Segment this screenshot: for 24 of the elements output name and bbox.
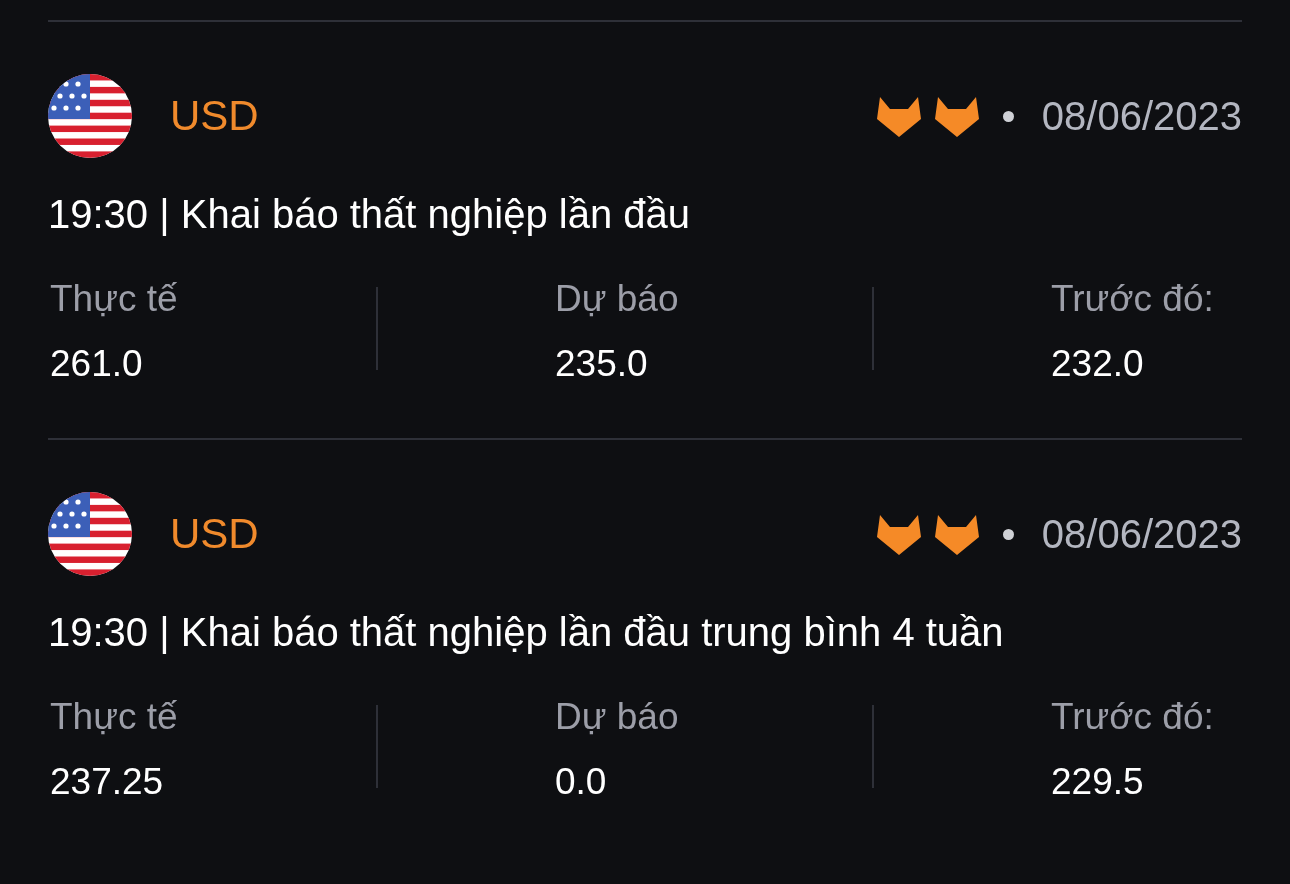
event-title: 19:30 | Khai báo thất nghiệp lần đầu — [48, 191, 692, 238]
separator-dot — [1002, 110, 1014, 122]
stat-value: 229.5 — [1051, 760, 1145, 804]
bull-head-icon — [876, 95, 921, 137]
stat-label: Trước đó: — [1051, 277, 1215, 321]
currency-code: USD — [170, 92, 259, 140]
stat-value: 235.0 — [555, 342, 649, 386]
event-title: 19:30 | Khai báo thất nghiệp lần đầu trung bình 4 tuần — [48, 609, 1005, 656]
stat-value: 0.0 — [555, 760, 608, 804]
event-date: 08/06/2023 — [1041, 511, 1242, 557]
stat-label: Thực tế — [50, 695, 179, 739]
stat-value: 261.0 — [50, 342, 144, 386]
stat-value: 232.0 — [1051, 342, 1145, 386]
stat-label: Trước đó: — [1051, 695, 1215, 739]
stat-label: Thực tế — [50, 277, 179, 321]
stat-label: Dự báo — [555, 277, 680, 321]
stat-value: 237.25 — [50, 760, 165, 804]
separator-dot — [1002, 528, 1014, 540]
bull-head-icon — [934, 513, 979, 555]
stat-label: Dự báo — [555, 695, 680, 739]
currency-code: USD — [170, 510, 259, 558]
bull-head-icon — [876, 513, 921, 555]
event-date: 08/06/2023 — [1041, 93, 1242, 139]
bull-head-icon — [934, 95, 979, 137]
